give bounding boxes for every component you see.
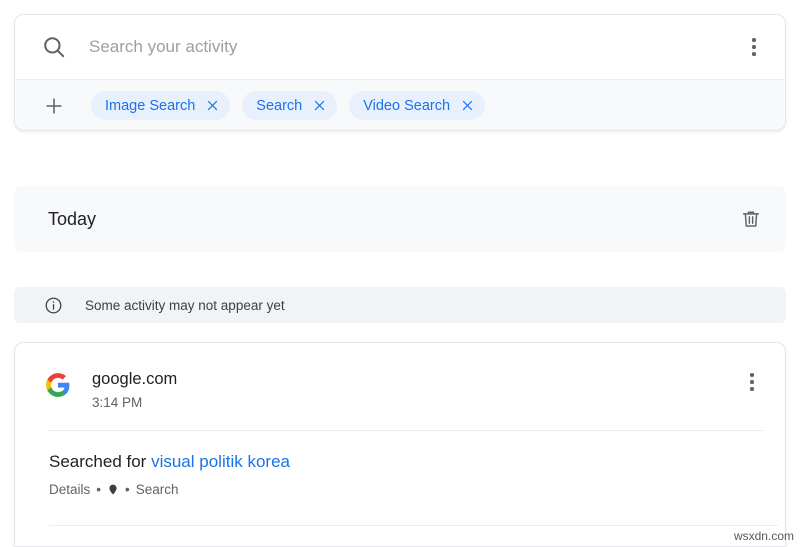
filter-chip-search[interactable]: Search [242,91,337,120]
meta-separator: • [125,482,130,497]
divider [49,525,778,526]
dot [750,373,754,377]
activity-page: Image Search Search Video Search [0,0,800,547]
activity-time: 3:14 PM [92,395,741,410]
location-pin-icon [107,482,119,497]
dot [752,52,756,56]
activity-card-header: google.com 3:14 PM [15,343,785,410]
dot [752,45,756,49]
watermark: wsxdn.com [734,529,794,543]
dot [750,380,754,384]
activity-menu-button[interactable] [741,369,763,395]
close-icon[interactable] [461,99,474,112]
close-icon[interactable] [206,99,219,112]
activity-domain: google.com [92,369,741,391]
activity-notice-text: Some activity may not appear yet [85,298,285,313]
filter-chip-image-search[interactable]: Image Search [91,91,230,120]
activity-card: google.com 3:14 PM Searched for visual p… [14,342,786,547]
google-g-icon [45,372,71,398]
close-icon[interactable] [313,99,326,112]
search-icon [41,34,67,60]
chip-label: Video Search [363,98,450,114]
activity-title: Searched for visual politik korea [49,451,763,473]
activity-meta-row: Details • • Search [49,482,763,497]
filter-chip-video-search[interactable]: Video Search [349,91,485,120]
day-header-label: Today [48,209,740,230]
plus-icon[interactable] [43,95,65,117]
chip-label: Image Search [105,98,195,114]
dot [750,387,754,391]
filter-chips-row: Image Search Search Video Search [15,79,785,131]
info-icon [44,296,63,315]
dot [752,38,756,42]
chip-label: Search [256,98,302,114]
search-card: Image Search Search Video Search [14,14,786,131]
activity-source-info: google.com 3:14 PM [92,369,741,410]
activity-type: Search [136,482,179,497]
search-input[interactable] [89,37,743,57]
trash-icon[interactable] [740,207,762,231]
search-menu-button[interactable] [743,34,765,60]
day-header-today: Today [14,186,786,252]
activity-action-prefix: Searched for [49,452,146,471]
activity-card-body: Searched for visual politik korea Detail… [15,431,785,497]
activity-notice-bar: Some activity may not appear yet [14,287,786,323]
activity-details-link[interactable]: Details [49,482,90,497]
activity-query-link[interactable]: visual politik korea [151,452,290,471]
meta-separator: • [96,482,101,497]
search-bar[interactable] [15,15,785,79]
